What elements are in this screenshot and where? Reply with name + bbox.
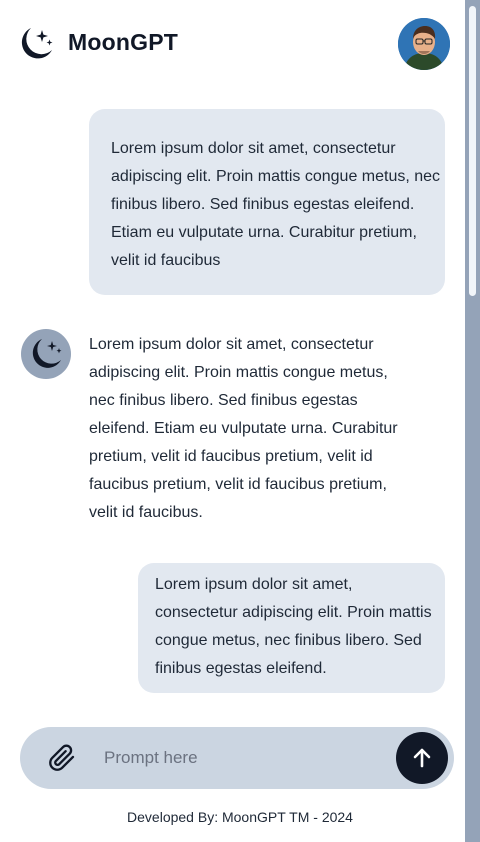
send-button[interactable] bbox=[396, 732, 448, 784]
arrow-up-icon bbox=[413, 748, 431, 768]
user-message: Lorem ipsum dolor sit amet, consectetur … bbox=[89, 109, 445, 295]
moon-stars-icon bbox=[32, 339, 62, 368]
scrollbar[interactable] bbox=[465, 0, 480, 842]
user-message-text: Lorem ipsum dolor sit amet, consectetur … bbox=[111, 140, 441, 269]
moon-stars-icon bbox=[21, 28, 53, 59]
chat-app: MoonGPT Lorem ipsum dolor sit amet, cons… bbox=[0, 0, 480, 842]
prompt-input[interactable] bbox=[104, 743, 384, 773]
app-title: MoonGPT bbox=[68, 29, 178, 55]
user-message-text: Lorem ipsum dolor sit amet, consectetur … bbox=[155, 576, 432, 677]
header: MoonGPT bbox=[0, 0, 465, 88]
user-avatar-image bbox=[398, 18, 450, 70]
paperclip-icon[interactable] bbox=[48, 744, 76, 772]
user-message: Lorem ipsum dolor sit amet, consectetur … bbox=[138, 563, 445, 693]
prompt-bar bbox=[20, 727, 454, 789]
scrollbar-thumb[interactable] bbox=[469, 6, 476, 296]
user-avatar[interactable] bbox=[398, 18, 450, 70]
assistant-avatar bbox=[21, 329, 71, 379]
footer-credit: Developed By: MoonGPT TM - 2024 bbox=[127, 809, 353, 825]
assistant-message-text: Lorem ipsum dolor sit amet, consectetur … bbox=[89, 336, 398, 521]
